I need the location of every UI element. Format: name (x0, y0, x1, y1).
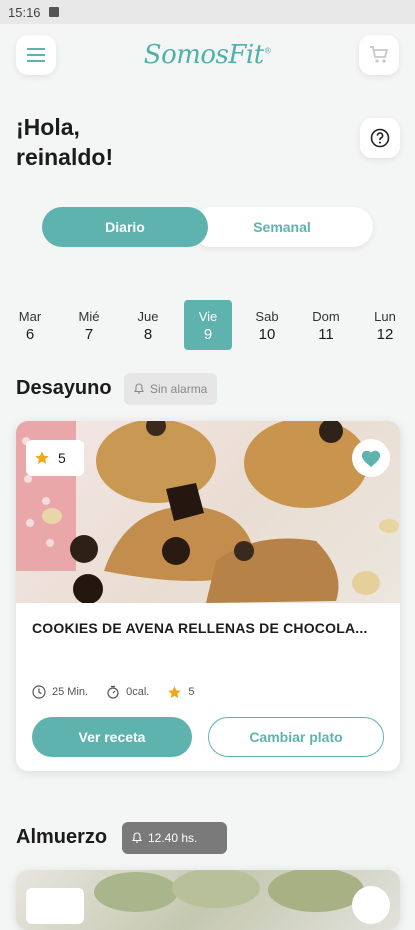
help-button[interactable] (360, 118, 400, 158)
cart-icon (369, 46, 389, 63)
toggle-daily[interactable]: Diario (42, 207, 208, 247)
recipe-image-lunch[interactable] (16, 870, 400, 930)
day-tue[interactable]: Mar 6 (6, 300, 54, 350)
favorite-button-lunch[interactable] (352, 886, 390, 924)
day-mon[interactable]: Lun 12 (361, 300, 409, 350)
cart-button[interactable] (358, 35, 399, 75)
alarm-badge-lunch[interactable]: 12.40 hs. (122, 822, 227, 854)
greeting: ¡Hola, reinaldo! (16, 112, 113, 172)
day-sun[interactable]: Dom 11 (302, 300, 350, 350)
rating-pill: 5 (26, 440, 84, 476)
clock-icon (32, 685, 46, 699)
bell-icon (132, 832, 142, 843)
greeting-user: reinaldo! (16, 144, 114, 170)
view-toggle: Diario Semanal (42, 207, 373, 247)
section-title-lunch: Almuerzo (16, 826, 108, 848)
day-thu[interactable]: Jue 8 (124, 300, 172, 350)
favorite-button[interactable] (352, 439, 390, 477)
day-wed[interactable]: Mié 7 (65, 300, 113, 350)
star-icon (35, 451, 49, 464)
alarm-time: 12.40 hs. (148, 831, 198, 845)
day-sat[interactable]: Sab 10 (243, 300, 291, 350)
top-bar: SomosFit® (0, 24, 415, 86)
alarm-badge-breakfast[interactable]: Sin alarma (124, 373, 218, 405)
rating-pill-lunch (26, 888, 84, 924)
app-logo: SomosFit® (143, 40, 272, 70)
change-dish-button[interactable]: Cambiar plato (208, 717, 384, 757)
alarm-label: Sin alarma (150, 382, 208, 396)
greeting-line1: ¡Hola, (16, 114, 80, 140)
recipe-title[interactable]: COOKIES DE AVENA RELLENAS DE CHOCOLA... (16, 603, 400, 681)
status-bar: 15:16 (0, 0, 415, 24)
bell-icon (134, 383, 144, 394)
status-time: 15:16 (8, 4, 41, 20)
rating-value: 5 (58, 450, 66, 466)
hamburger-icon (27, 48, 45, 62)
heart-icon (361, 450, 381, 468)
meta-time: 25 Min. (32, 685, 88, 699)
recipe-image[interactable]: 5 (16, 421, 400, 603)
meta-stars: 5 (167, 685, 194, 700)
meta-calories: 0cal. (106, 685, 149, 699)
day-fri-selected[interactable]: Vie 9 (184, 300, 232, 350)
section-title-breakfast: Desayuno (16, 377, 112, 399)
question-icon (370, 128, 390, 148)
menu-button[interactable] (16, 35, 56, 75)
star-icon (168, 685, 182, 698)
notification-icon (48, 7, 59, 17)
calories-icon (107, 685, 119, 699)
view-recipe-button[interactable]: Ver receta (32, 717, 192, 757)
recipe-card-lunch (16, 870, 400, 930)
recipe-actions: Ver receta Cambiar plato (16, 703, 400, 757)
toggle-weekly[interactable]: Semanal (191, 207, 373, 247)
day-selector: Mar 6 Mié 7 Jue 8 Vie 9 Sab 10 Dom 11 Lun 12 (0, 300, 415, 350)
recipe-meta: 25 Min. 0cal. 5 (16, 681, 400, 703)
recipe-card-breakfast: 5 COOKIES DE AVENA RELLENAS DE CHOCOLA..… (16, 421, 400, 771)
